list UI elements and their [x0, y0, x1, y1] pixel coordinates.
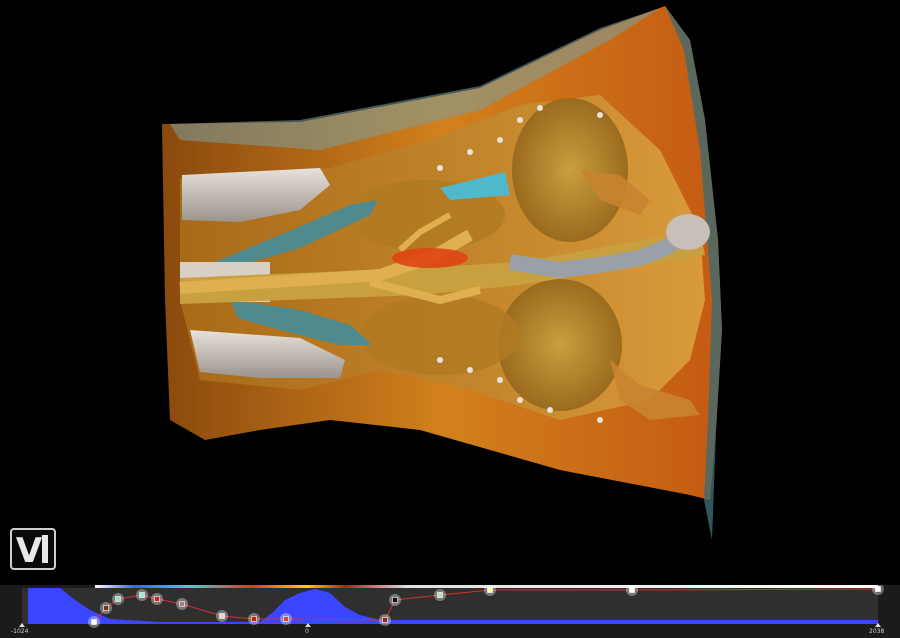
control-point[interactable] — [91, 619, 97, 625]
control-point[interactable] — [179, 601, 185, 607]
axis-max-label: 2038 — [869, 628, 885, 635]
tick-max — [875, 623, 881, 627]
control-point[interactable] — [115, 596, 121, 602]
tick-zero — [305, 623, 311, 627]
tick-min — [19, 623, 25, 627]
control-point[interactable] — [392, 597, 398, 603]
control-point[interactable] — [629, 587, 635, 593]
volume-render-image — [162, 6, 722, 540]
logo: V — [9, 527, 57, 571]
control-point[interactable] — [487, 587, 493, 593]
control-point[interactable] — [283, 616, 289, 622]
axis-zero-label: 0 — [305, 628, 309, 635]
control-point[interactable] — [139, 592, 145, 598]
control-point[interactable] — [875, 586, 881, 592]
transfer-function-canvas[interactable] — [0, 585, 900, 638]
logo-letter: V — [16, 531, 43, 571]
control-point[interactable] — [251, 616, 257, 622]
control-point[interactable] — [382, 617, 388, 623]
transfer-function-editor[interactable]: -1024 0 2038 — [0, 585, 900, 638]
control-point[interactable] — [437, 592, 443, 598]
volume-render-viewport[interactable] — [0, 0, 900, 585]
control-point[interactable] — [154, 596, 160, 602]
control-point[interactable] — [219, 613, 225, 619]
axis-min-label: -1024 — [11, 628, 29, 635]
control-point[interactable] — [103, 605, 109, 611]
